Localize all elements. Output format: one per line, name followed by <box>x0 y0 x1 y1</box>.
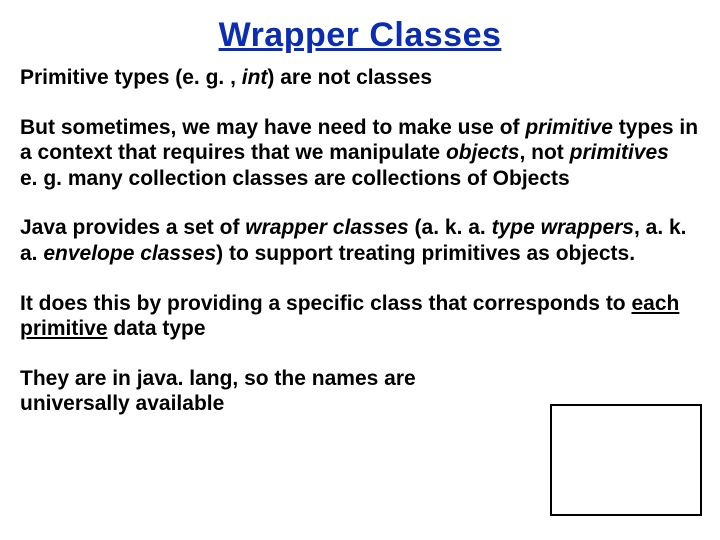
paragraph-4: It does this by providing a specific cla… <box>20 291 700 342</box>
p1-text-a: Primitive types (e. g. , <box>20 66 242 89</box>
p2-text-g: e. g. many collection classes are collec… <box>20 167 570 190</box>
p3-italic-type-wrappers: type wrappers <box>492 216 634 239</box>
slide-title: Wrapper Classes <box>20 16 700 55</box>
paragraph-3: Java provides a set of wrapper classes (… <box>20 215 700 266</box>
slide: Wrapper Classes Primitive types (e. g. ,… <box>0 0 720 540</box>
p3-text-a: Java provides a set of <box>20 216 245 239</box>
paragraph-1: Primitive types (e. g. , int) are not cl… <box>20 65 700 91</box>
p3-italic-envelope-classes: envelope classes <box>43 242 216 265</box>
p4-text-a: It does this by providing a specific cla… <box>20 292 631 315</box>
p2-text-a: But sometimes, we may have need to make … <box>20 116 525 139</box>
p2-italic-primitive: primitive <box>525 116 613 139</box>
p1-italic-int: int <box>242 66 268 89</box>
p4-text-c: data type <box>108 317 206 340</box>
paragraph-5: They are in java. lang, so the names are… <box>20 366 490 417</box>
p3-italic-wrapper-classes: wrapper classes <box>245 216 408 239</box>
p2-italic-objects: objects <box>446 141 520 164</box>
p2-text-e: , not <box>519 141 569 164</box>
paragraph-2: But sometimes, we may have need to make … <box>20 115 700 192</box>
p3-text-g: ) to support treating primitives as obje… <box>216 242 635 265</box>
empty-box <box>550 404 702 516</box>
p1-text-c: ) are not classes <box>267 66 432 89</box>
p5-text-a: They are in java. lang, so the names are… <box>20 367 416 416</box>
p2-italic-primitives: primitives <box>570 141 669 164</box>
p3-text-c: (a. k. a. <box>409 216 492 239</box>
